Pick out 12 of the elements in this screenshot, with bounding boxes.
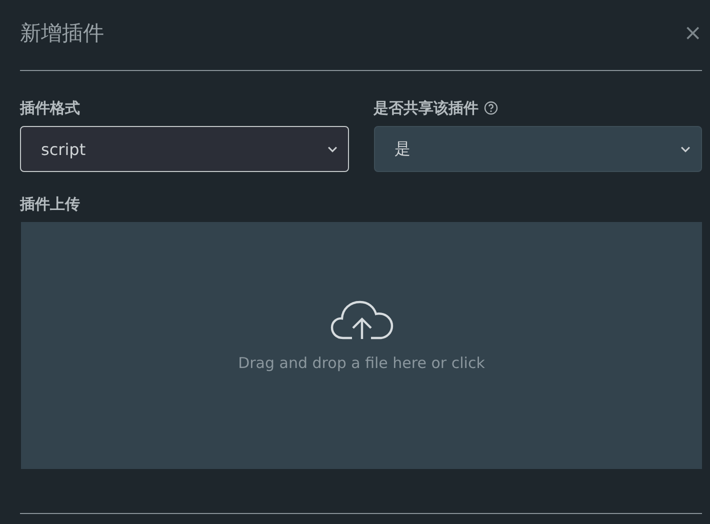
format-select[interactable]: script — [20, 126, 348, 172]
close-button[interactable]: × — [684, 20, 702, 46]
share-select[interactable]: 是 — [374, 126, 702, 172]
cloud-upload-icon — [330, 300, 394, 340]
dropzone-hint: Drag and drop a file here or click — [238, 354, 485, 372]
field-label: 插件上传 — [20, 194, 81, 214]
chevron-down-icon — [326, 146, 338, 152]
field-label: 是否共享该插件 — [374, 98, 478, 118]
dialog-title: 新增插件 — [20, 20, 104, 47]
chevron-down-icon — [680, 146, 691, 152]
field-label: 插件格式 — [20, 98, 81, 118]
help-icon[interactable] — [484, 101, 498, 115]
